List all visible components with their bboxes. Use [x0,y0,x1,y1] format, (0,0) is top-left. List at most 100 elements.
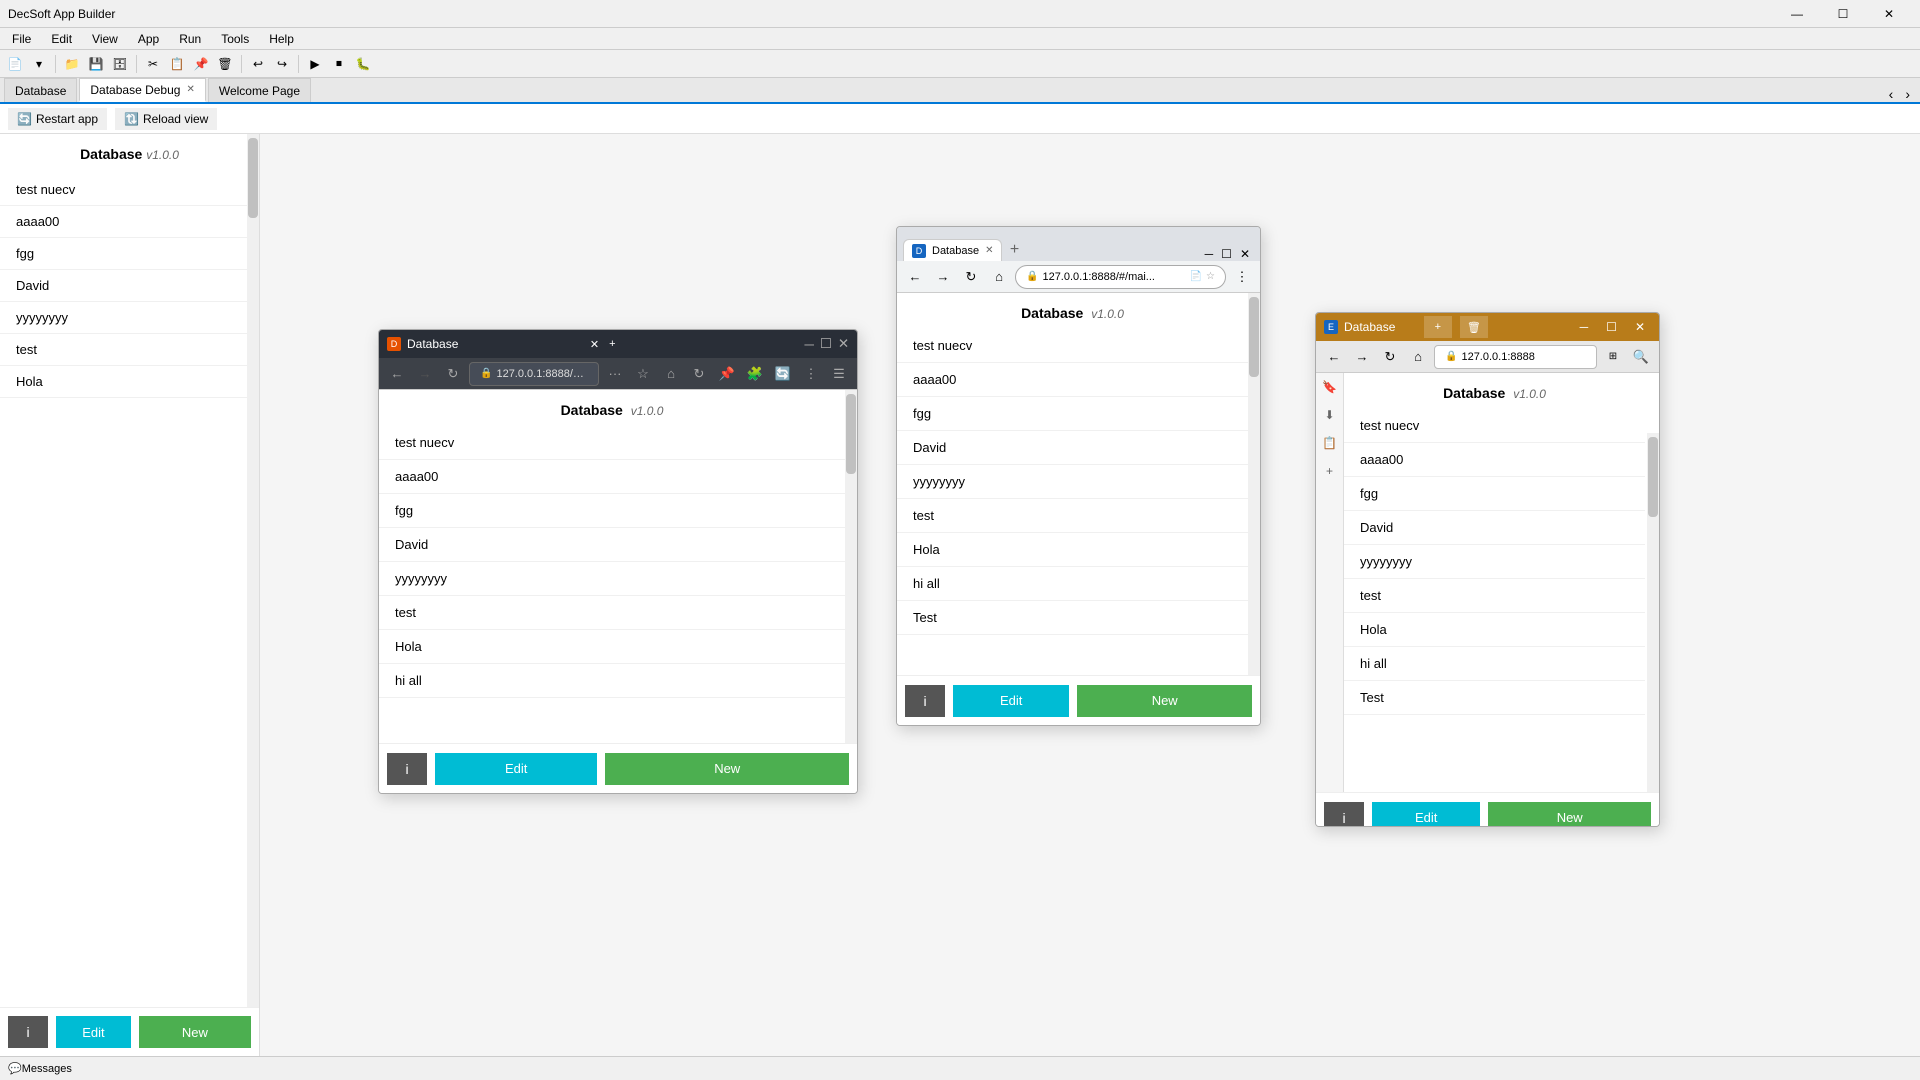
firefox-forward-btn[interactable]: → [413,362,437,386]
edge-edit-btn[interactable]: Edit [1372,802,1480,828]
chrome-new-btn[interactable]: New [1077,685,1252,717]
tb-undo-btn[interactable]: ↩ [247,53,269,75]
menu-app[interactable]: App [130,30,167,48]
edge-tab-btn[interactable]: ⊞ [1601,345,1625,369]
firefox-scrollbar[interactable] [845,390,857,745]
firefox-min-btn[interactable]: ─ [804,337,813,352]
firefox-close-btn[interactable]: ✕ [590,338,599,351]
firefox-max-btn[interactable]: ☐ [820,336,832,352]
edge-address-bar[interactable]: 🔒 127.0.0.1:8888 [1434,345,1597,369]
firefox-pin-btn[interactable]: 📌 [715,362,739,386]
next-tab-btn[interactable]: › [1899,86,1916,102]
chrome-tab[interactable]: D Database ✕ [903,239,1002,261]
list-item[interactable]: fgg [0,238,259,270]
list-item[interactable]: fgg [379,494,845,528]
info-button[interactable]: i [8,1016,48,1048]
tb-save-btn[interactable]: 💾 [85,53,107,75]
chrome-address-bar[interactable]: 🔒 127.0.0.1:8888/#/mai... 📄 ☆ [1015,265,1226,289]
menu-file[interactable]: File [4,30,39,48]
chrome-close-btn[interactable]: ✕ [1236,247,1254,261]
tab-close-icon[interactable]: ✕ [186,84,194,95]
chrome-forward-btn[interactable]: → [931,265,955,289]
reload-view-button[interactable]: 🔃 Reload view [115,108,217,130]
edge-sidebar-download[interactable]: ⬇ [1320,405,1340,425]
minimize-button[interactable]: — [1774,0,1820,28]
list-item[interactable]: Hola [0,366,259,398]
tb-stop-btn[interactable]: ⏹ [328,53,350,75]
chrome-info-btn[interactable]: i [905,685,945,717]
close-button[interactable]: ✕ [1866,0,1912,28]
edge-sidebar-plus[interactable]: + [1320,461,1340,481]
edge-trash-btn[interactable]: 🗑 [1460,316,1488,338]
tb-open-btn[interactable]: 📁 [61,53,83,75]
menu-tools[interactable]: Tools [213,30,257,48]
firefox-address-bar[interactable]: 🔒 127.0.0.1:8888/#/main/ [469,362,599,386]
list-item[interactable]: aaaa00 [1344,443,1645,477]
list-item[interactable]: hi all [897,567,1248,601]
chrome-refresh-btn[interactable]: ↻ [959,265,983,289]
list-item[interactable]: yyyyyyyy [0,302,259,334]
list-item[interactable]: test nuecv [379,426,845,460]
firefox-refresh-btn[interactable]: ↻ [441,362,465,386]
list-item[interactable]: aaaa00 [0,206,259,238]
list-item[interactable]: fgg [1344,477,1645,511]
list-item[interactable]: David [0,270,259,302]
edge-scrollbar[interactable] [1647,433,1659,792]
tb-save-all-btn[interactable]: 🗄 [109,53,131,75]
chrome-back-btn[interactable]: ← [903,265,927,289]
list-item[interactable]: Hola [379,630,845,664]
edge-close-btn[interactable]: ✕ [1629,320,1651,334]
edit-button[interactable]: Edit [56,1016,131,1048]
tab-database-debug[interactable]: Database Debug ✕ [79,78,205,102]
tb-redo-btn[interactable]: ↪ [271,53,293,75]
edge-refresh-btn[interactable]: ↻ [1378,345,1402,369]
list-item[interactable]: test [0,334,259,366]
list-item[interactable]: test [1344,579,1645,613]
list-item[interactable]: David [379,528,845,562]
edge-new-btn[interactable]: New [1488,802,1651,828]
firefox-new-btn[interactable]: New [605,753,849,785]
chrome-min-btn[interactable]: ─ [1201,247,1218,261]
list-item[interactable]: yyyyyyyy [1344,545,1645,579]
tb-delete-btn[interactable]: 🗑 [214,53,236,75]
firefox-new-tab-btn[interactable]: + [609,338,615,350]
edge-min-btn[interactable]: ─ [1574,320,1595,334]
list-item[interactable]: yyyyyyyy [379,562,845,596]
tab-welcome-page[interactable]: Welcome Page [208,78,311,102]
edge-forward-btn[interactable]: → [1350,345,1374,369]
list-item[interactable]: hi all [1344,647,1645,681]
tb-paste-btn[interactable]: 📌 [190,53,212,75]
chrome-home-btn[interactable]: ⌂ [987,265,1011,289]
firefox-info-btn[interactable]: i [387,753,427,785]
menu-run[interactable]: Run [171,30,209,48]
menu-help[interactable]: Help [261,30,302,48]
list-item[interactable]: test [897,499,1248,533]
firefox-hamburger-btn[interactable]: ☰ [827,362,851,386]
edge-info-btn[interactable]: i [1324,802,1364,828]
firefox-edit-btn[interactable]: Edit [435,753,597,785]
list-item[interactable]: yyyyyyyy [897,465,1248,499]
tb-dropdown-btn[interactable]: ▾ [28,53,50,75]
chrome-max-btn[interactable]: ☐ [1217,247,1236,261]
new-button[interactable]: New [139,1016,251,1048]
edge-add-btn[interactable]: + [1424,316,1452,338]
firefox-apps-btn[interactable]: ⋮ [799,362,823,386]
firefox-x-btn[interactable]: ✕ [838,336,849,352]
tb-new-btn[interactable]: 📄 [4,53,26,75]
chrome-new-tab-btn[interactable]: + [1002,239,1026,261]
firefox-sync-btn[interactable]: 🔄 [771,362,795,386]
list-item[interactable]: Hola [1344,613,1645,647]
chrome-tab-close[interactable]: ✕ [985,245,993,256]
list-item[interactable]: test [379,596,845,630]
firefox-bookmark-btn[interactable]: ☆ [631,362,655,386]
list-item[interactable]: test nuecv [897,329,1248,363]
firefox-reload-btn[interactable]: ↻ [687,362,711,386]
chrome-more-btn[interactable]: ⋮ [1230,265,1254,289]
firefox-menu-btn[interactable]: ··· [603,362,627,386]
tb-debug-btn[interactable]: 🐛 [352,53,374,75]
edge-sidebar-bookmarks[interactable]: 🔖 [1320,377,1340,397]
list-item[interactable]: David [897,431,1248,465]
list-item[interactable]: Test [897,601,1248,635]
edge-sidebar-history[interactable]: 📋 [1320,433,1340,453]
restart-app-button[interactable]: 🔄 Restart app [8,108,107,130]
